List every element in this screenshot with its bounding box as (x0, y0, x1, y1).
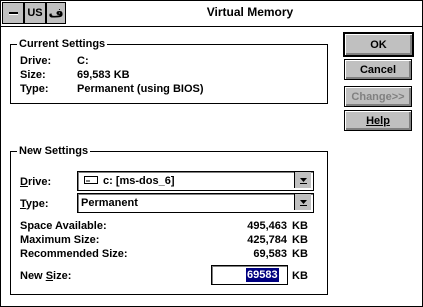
change-button[interactable]: Change>> (344, 86, 412, 107)
current-settings-heading: Current Settings (17, 38, 108, 50)
recommended-size-label: Recommended Size: (20, 248, 128, 260)
current-settings-group (10, 44, 328, 104)
current-type-value: Permanent (using BIOS) (77, 83, 204, 95)
chevron-down-icon (299, 200, 307, 206)
new-size-label-prefix: New (20, 270, 46, 282)
maximum-size-unit: KB (292, 234, 308, 246)
current-size-value: 69,583 KB (77, 69, 130, 81)
ok-button-label: OK (370, 38, 387, 51)
drive-dropdown-value: c: [ms-dos_6] (103, 175, 175, 187)
new-drive-label: Drive: (20, 176, 51, 188)
system-menu-icon (8, 12, 18, 14)
new-type-label: Type: (20, 198, 49, 210)
new-size-label-text: ize: (53, 270, 72, 282)
new-size-unit: KB (292, 270, 308, 282)
hard-drive-icon (84, 176, 98, 184)
cancel-button-label: Cancel (359, 63, 397, 76)
ok-button[interactable]: OK (343, 32, 414, 57)
recommended-size-unit: KB (292, 248, 308, 260)
help-button-label: Help (366, 114, 390, 127)
new-size-input-value: 69583 (246, 268, 279, 282)
recommended-size-value: 69,583 (253, 248, 287, 260)
space-available-label: Space Available: (20, 220, 107, 232)
current-type-label: Type: (20, 83, 49, 95)
current-size-label: Size: (20, 69, 46, 81)
cancel-button[interactable]: Cancel (344, 59, 412, 80)
new-settings-heading: New Settings (17, 145, 91, 157)
new-type-label-text: ype: (25, 198, 49, 210)
change-button-label: Change>> (351, 90, 405, 103)
new-drive-label-text: rive: (27, 176, 52, 188)
dialog-title: Virtual Memory (206, 5, 294, 19)
new-drive-label-mnemonic: D (20, 176, 28, 188)
language-indicator-label: US (27, 7, 43, 19)
current-drive-value: C: (77, 55, 89, 67)
type-dropdown-arrow[interactable] (294, 194, 311, 210)
chevron-down-icon (299, 178, 307, 184)
maximum-size-label: Maximum Size: (20, 234, 100, 246)
drive-dropdown-arrow[interactable] (294, 172, 311, 188)
type-dropdown-value: Permanent (81, 197, 138, 209)
help-button[interactable]: Help (344, 110, 412, 131)
new-size-label-mnemonic: S (45, 270, 54, 282)
space-available-unit: KB (292, 220, 308, 232)
new-size-label: New Size: (20, 270, 71, 282)
ime-indicator-glyph: ف (48, 5, 64, 20)
language-indicator[interactable]: US (24, 2, 46, 24)
space-available-value: 495,463 (247, 220, 287, 232)
ime-indicator[interactable]: ف (46, 2, 66, 24)
current-drive-label: Drive: (20, 55, 52, 67)
maximum-size-value: 425,784 (247, 234, 287, 246)
system-menu-button[interactable] (2, 2, 24, 24)
